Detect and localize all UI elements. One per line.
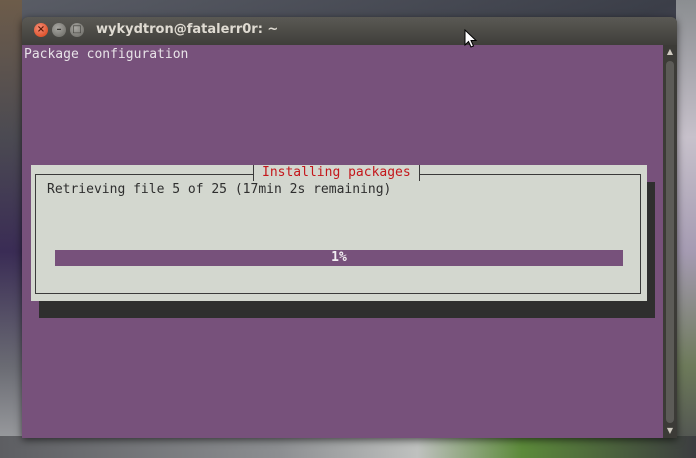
desktop-wallpaper-left [0, 0, 22, 458]
scroll-up-arrow-icon[interactable]: ▲ [665, 47, 675, 57]
package-configuration-header: Package configuration [24, 47, 189, 62]
maximize-button[interactable]: □ [70, 23, 84, 37]
desktop-wallpaper-right [676, 0, 696, 458]
desktop-wallpaper-bottom [0, 436, 696, 458]
terminal-window: × – □ wykydtron@fatalerr0r: ~ Package co… [22, 17, 677, 438]
close-button[interactable]: × [34, 23, 48, 37]
progress-bar: 1% [55, 250, 623, 266]
window-title: wykydtron@fatalerr0r: ~ [96, 22, 279, 37]
dialog-title: Installing packages [253, 165, 420, 181]
scrollbar-track[interactable] [666, 61, 674, 423]
terminal-area[interactable]: Package configuration Installing package… [22, 45, 663, 438]
scroll-down-arrow-icon[interactable]: ▼ [665, 426, 675, 436]
mouse-pointer-icon [464, 29, 478, 48]
close-icon: × [36, 24, 46, 35]
installing-packages-dialog: Installing packages Retrieving file 5 of… [31, 165, 647, 301]
maximize-icon: □ [72, 24, 82, 35]
minimize-icon: – [56, 24, 62, 35]
progress-label: 1% [331, 250, 347, 265]
window-titlebar[interactable]: × – □ wykydtron@fatalerr0r: ~ [22, 17, 677, 45]
terminal-scrollbar[interactable]: ▲ ▼ [663, 45, 677, 438]
dialog-message: Retrieving file 5 of 25 (17min 2s remain… [47, 182, 392, 197]
minimize-button[interactable]: – [52, 23, 66, 37]
